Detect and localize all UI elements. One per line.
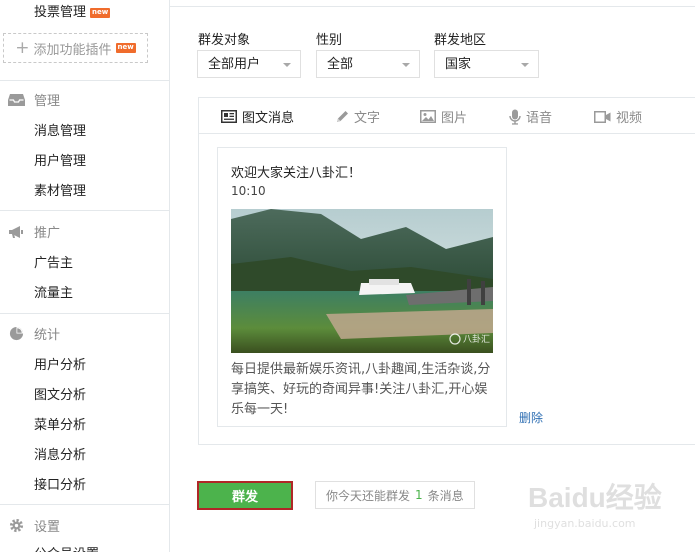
delete-link[interactable]: 删除 (519, 409, 543, 426)
sidebar-divider (0, 504, 170, 505)
target-label: 群发对象 (198, 33, 251, 48)
tab-image[interactable]: 图片 (420, 107, 467, 126)
new-badge: new (90, 8, 111, 18)
pencil-icon (337, 110, 348, 122)
sidebar-item-api-analysis[interactable]: 接口分析 (34, 474, 86, 493)
sidebar-item-traffic-owner[interactable]: 流量主 (34, 282, 73, 301)
video-icon (594, 110, 611, 123)
tab-video[interactable]: 视频 (594, 107, 642, 126)
sidebar-item-account-settings[interactable]: 公众号设置 (34, 543, 99, 552)
tab-label: 语音 (526, 111, 553, 126)
caret-down-icon (283, 63, 291, 67)
gender-label: 性别 (316, 33, 343, 48)
sidebar-item-menu-analysis[interactable]: 菜单分析 (34, 414, 86, 433)
sidebar-item-message-analysis[interactable]: 消息分析 (34, 444, 86, 463)
caret-down-icon (402, 63, 410, 67)
gender-select-value: 全部 (327, 57, 354, 72)
sidebar-item-vote-manage[interactable]: 投票管理 new (34, 1, 111, 20)
sidebar-item-advertiser[interactable]: 广告主 (34, 252, 73, 271)
tab-text[interactable]: 文字 (335, 107, 380, 126)
send-tip-suffix: 条消息 (427, 488, 464, 503)
pie-chart-icon (8, 325, 25, 342)
gender-select[interactable]: 全部 (316, 50, 420, 78)
card-time: 10:10 (231, 184, 266, 198)
sidebar-item-user-manage[interactable]: 用户管理 (34, 150, 86, 169)
send-tip-prefix: 你今天还能群发 (326, 488, 411, 503)
send-button[interactable]: 群发 (197, 481, 293, 510)
message-editor: 图文消息 文字 图片 语音 视频 欢迎大家关注八卦汇！ 10:10 八卦汇 每日… (198, 97, 695, 445)
sidebar-divider (0, 80, 170, 81)
image-icon (420, 110, 436, 123)
new-badge: new (115, 43, 136, 53)
sidebar-group-stats: 统计 (8, 324, 60, 343)
sidebar-group-promote: 推广 (8, 222, 60, 241)
baidu-watermark: Baidu经验 jingyan.baidu.com (528, 470, 688, 540)
inbox-icon (8, 91, 25, 108)
sidebar-divider (0, 210, 170, 211)
caret-down-icon (521, 63, 529, 67)
sidebar-group-manage: 管理 (8, 90, 60, 109)
card-title: 欢迎大家关注八卦汇！ (231, 166, 362, 181)
sidebar-group-settings: 设置 (8, 516, 60, 535)
top-divider (170, 6, 695, 7)
message-type-tabs: 图文消息 文字 图片 语音 视频 (199, 98, 695, 134)
card-description: 每日提供最新娱乐资讯,八卦趣闻,生活杂谈,分享搞笑、好玩的奇闻异事!关注八卦汇,… (231, 362, 491, 417)
sidebar-group-title: 推广 (34, 226, 61, 241)
target-select-value: 全部用户 (208, 57, 261, 72)
sidebar-divider (0, 313, 170, 314)
region-select[interactable]: 国家 (434, 50, 539, 78)
microphone-icon (509, 109, 521, 125)
sidebar-group-title: 统计 (34, 328, 61, 343)
target-select[interactable]: 全部用户 (197, 50, 301, 78)
sidebar-item-user-analysis[interactable]: 用户分析 (34, 354, 86, 373)
news-icon (221, 110, 237, 123)
sidebar-item-message-manage[interactable]: 消息管理 (34, 120, 86, 139)
watermark-url: jingyan.baidu.com (534, 517, 636, 530)
add-plugin-button[interactable]: + 添加功能插件 new (3, 33, 148, 63)
tab-label: 文字 (354, 111, 381, 126)
send-quota-tip: 你今天还能群发 1 条消息 (315, 481, 475, 509)
tab-label: 视频 (616, 111, 643, 126)
sidebar-item-label: 投票管理 (34, 5, 87, 20)
watermark-text: Baidu经验 (528, 482, 662, 513)
sidebar-item-material-manage[interactable]: 素材管理 (34, 180, 86, 199)
card-cover-image: 八卦汇 (231, 209, 493, 353)
sidebar: 投票管理 new + 添加功能插件 new 管理 消息管理 用户管理 素材管理 推广… (0, 0, 170, 552)
image-watermark: 八卦汇 (463, 333, 490, 345)
news-card[interactable]: 欢迎大家关注八卦汇！ 10:10 八卦汇 每日提供最新娱乐资讯,八卦趣闻,生活杂… (217, 147, 507, 427)
send-tip-count: 1 (415, 488, 423, 502)
tab-voice[interactable]: 语音 (509, 107, 552, 126)
sidebar-group-title: 管理 (34, 94, 61, 109)
region-label: 群发地区 (434, 33, 487, 48)
plus-icon: + (15, 37, 30, 58)
region-select-value: 国家 (445, 57, 472, 72)
tab-label: 图文消息 (242, 111, 295, 126)
sidebar-item-article-analysis[interactable]: 图文分析 (34, 384, 86, 403)
add-plugin-label: 添加功能插件 (33, 42, 112, 58)
sidebar-group-title: 设置 (34, 520, 61, 535)
tab-news[interactable]: 图文消息 (221, 107, 294, 126)
megaphone-icon (8, 223, 25, 240)
tab-label: 图片 (441, 111, 468, 126)
gear-icon (8, 517, 25, 534)
